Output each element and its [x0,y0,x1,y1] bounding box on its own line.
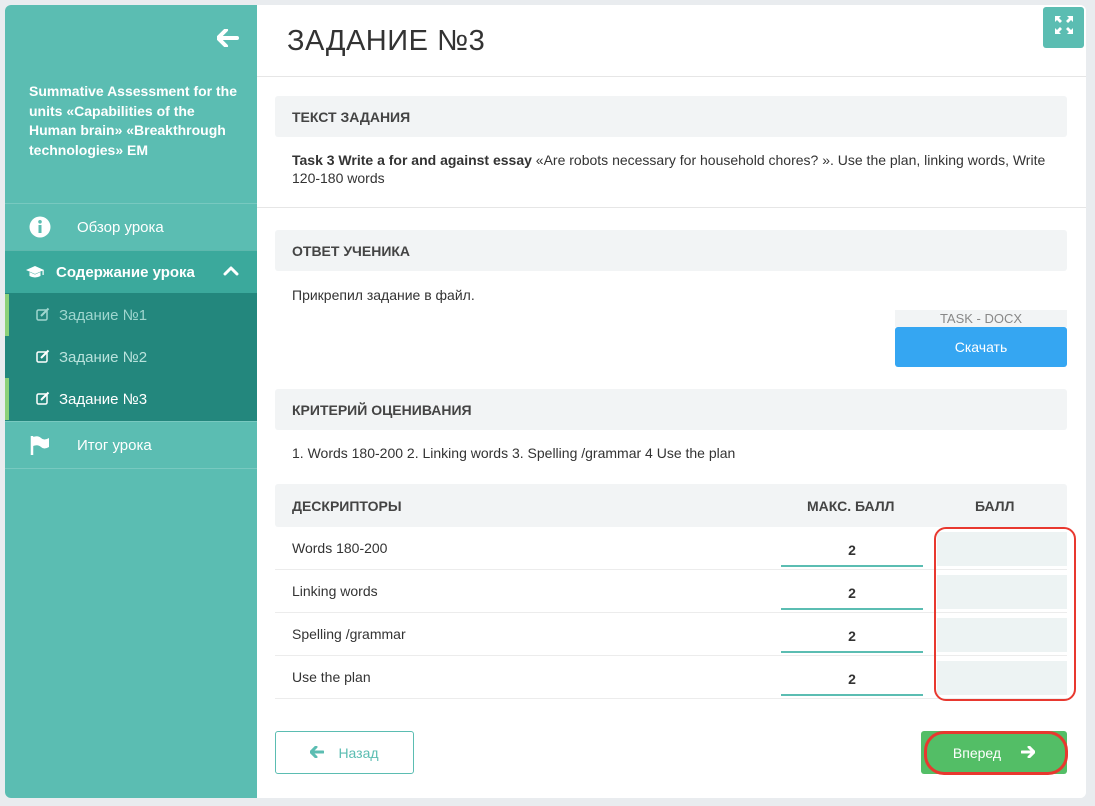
progress-marker [5,378,9,420]
descriptor-cell: Linking words [292,583,378,599]
arrow-right-icon [1020,745,1036,761]
descriptors-table-header: ДЕСКРИПТОРЫ МАКС. БАЛЛ БАЛЛ [275,484,1067,527]
expand-icon [1053,14,1075,41]
graduation-cap-icon [22,259,48,285]
task-text-bold: Task 3 Write a for and against essay [292,152,532,168]
arrow-left-icon [309,745,325,761]
page-title: ЗАДАНИЕ №3 [287,25,486,57]
sidebar-item-label: Задание №2 [59,348,148,366]
next-button[interactable]: Вперед [921,731,1067,774]
flag-icon [27,432,53,458]
sidebar-item-task-2[interactable]: Задание №2 [5,336,257,378]
info-icon [27,214,53,240]
task-list: Задание №1 Задание №2 Задание №3 [5,293,257,421]
column-header-score: БАЛЛ [975,498,1015,514]
student-answer-text: Прикрепил задание в файл. [292,287,475,303]
main-content: ЗАДАНИЕ №3 ТЕКСТ ЗАДАНИЯ Task 3 Write a … [257,5,1086,798]
table-row: Spelling /grammar 2 [275,613,1067,656]
edit-icon [36,307,50,321]
max-score-cell: 2 [781,617,923,653]
sidebar-item-label: Задание №1 [59,306,148,324]
fullscreen-button[interactable] [1043,7,1084,48]
section-divider [257,207,1086,208]
sidebar-item-task-3[interactable]: Задание №3 [5,378,257,420]
page-header: ЗАДАНИЕ №3 [257,5,1086,77]
sidebar-item-label: Задание №3 [59,390,148,408]
task-text-heading: ТЕКСТ ЗАДАНИЯ [275,96,1067,137]
sidebar-item-task-1[interactable]: Задание №1 [5,294,257,336]
column-header-descriptors: ДЕСКРИПТОРЫ [292,498,402,514]
score-input[interactable] [937,661,1067,695]
max-score-cell: 2 [781,660,923,696]
sidebar-item-summary[interactable]: Итог урока [5,421,257,469]
table-row: Linking words 2 [275,570,1067,613]
course-title: Summative Assessment for the units «Capa… [29,83,237,158]
descriptor-cell: Use the plan [292,669,371,685]
next-button-label: Вперед [952,744,1002,761]
sidebar-item-label: Содержание урока [56,263,195,281]
download-button[interactable]: Скачать [895,327,1067,367]
edit-icon [36,349,50,363]
max-score-cell: 2 [781,531,923,567]
table-row: Words 180-200 2 [275,527,1067,570]
descriptor-cell: Spelling /grammar [292,626,406,642]
edit-icon [36,391,50,405]
task-text: Task 3 Write a for and against essay «Ar… [292,152,1052,187]
chevron-up-icon[interactable] [223,264,239,278]
descriptor-cell: Words 180-200 [292,540,388,556]
student-answer-heading: ОТВЕТ УЧЕНИКА [275,230,1067,271]
score-input[interactable] [937,618,1067,652]
back-arrow-icon[interactable] [216,28,243,51]
sidebar: Summative Assessment for the units «Capa… [5,5,257,798]
score-input[interactable] [937,532,1067,566]
app-frame: Summative Assessment for the units «Capa… [5,5,1086,798]
max-score-cell: 2 [781,574,923,610]
sidebar-item-content[interactable]: Содержание урока [5,250,257,293]
attachment-filename: TASK - DOCX [895,310,1067,327]
sidebar-item-overview[interactable]: Обзор урока [5,203,257,250]
progress-marker [5,294,9,336]
score-input[interactable] [937,575,1067,609]
criteria-text: 1. Words 180-200 2. Linking words 3. Spe… [292,445,736,461]
sidebar-item-label: Итог урока [77,436,152,454]
column-header-max-score: МАКС. БАЛЛ [807,498,895,514]
table-row: Use the plan 2 [275,656,1067,699]
back-button[interactable]: Назад [275,731,414,774]
back-button-label: Назад [338,744,379,761]
sidebar-item-label: Обзор урока [77,218,164,236]
criteria-heading: КРИТЕРИЙ ОЦЕНИВАНИЯ [275,389,1067,430]
